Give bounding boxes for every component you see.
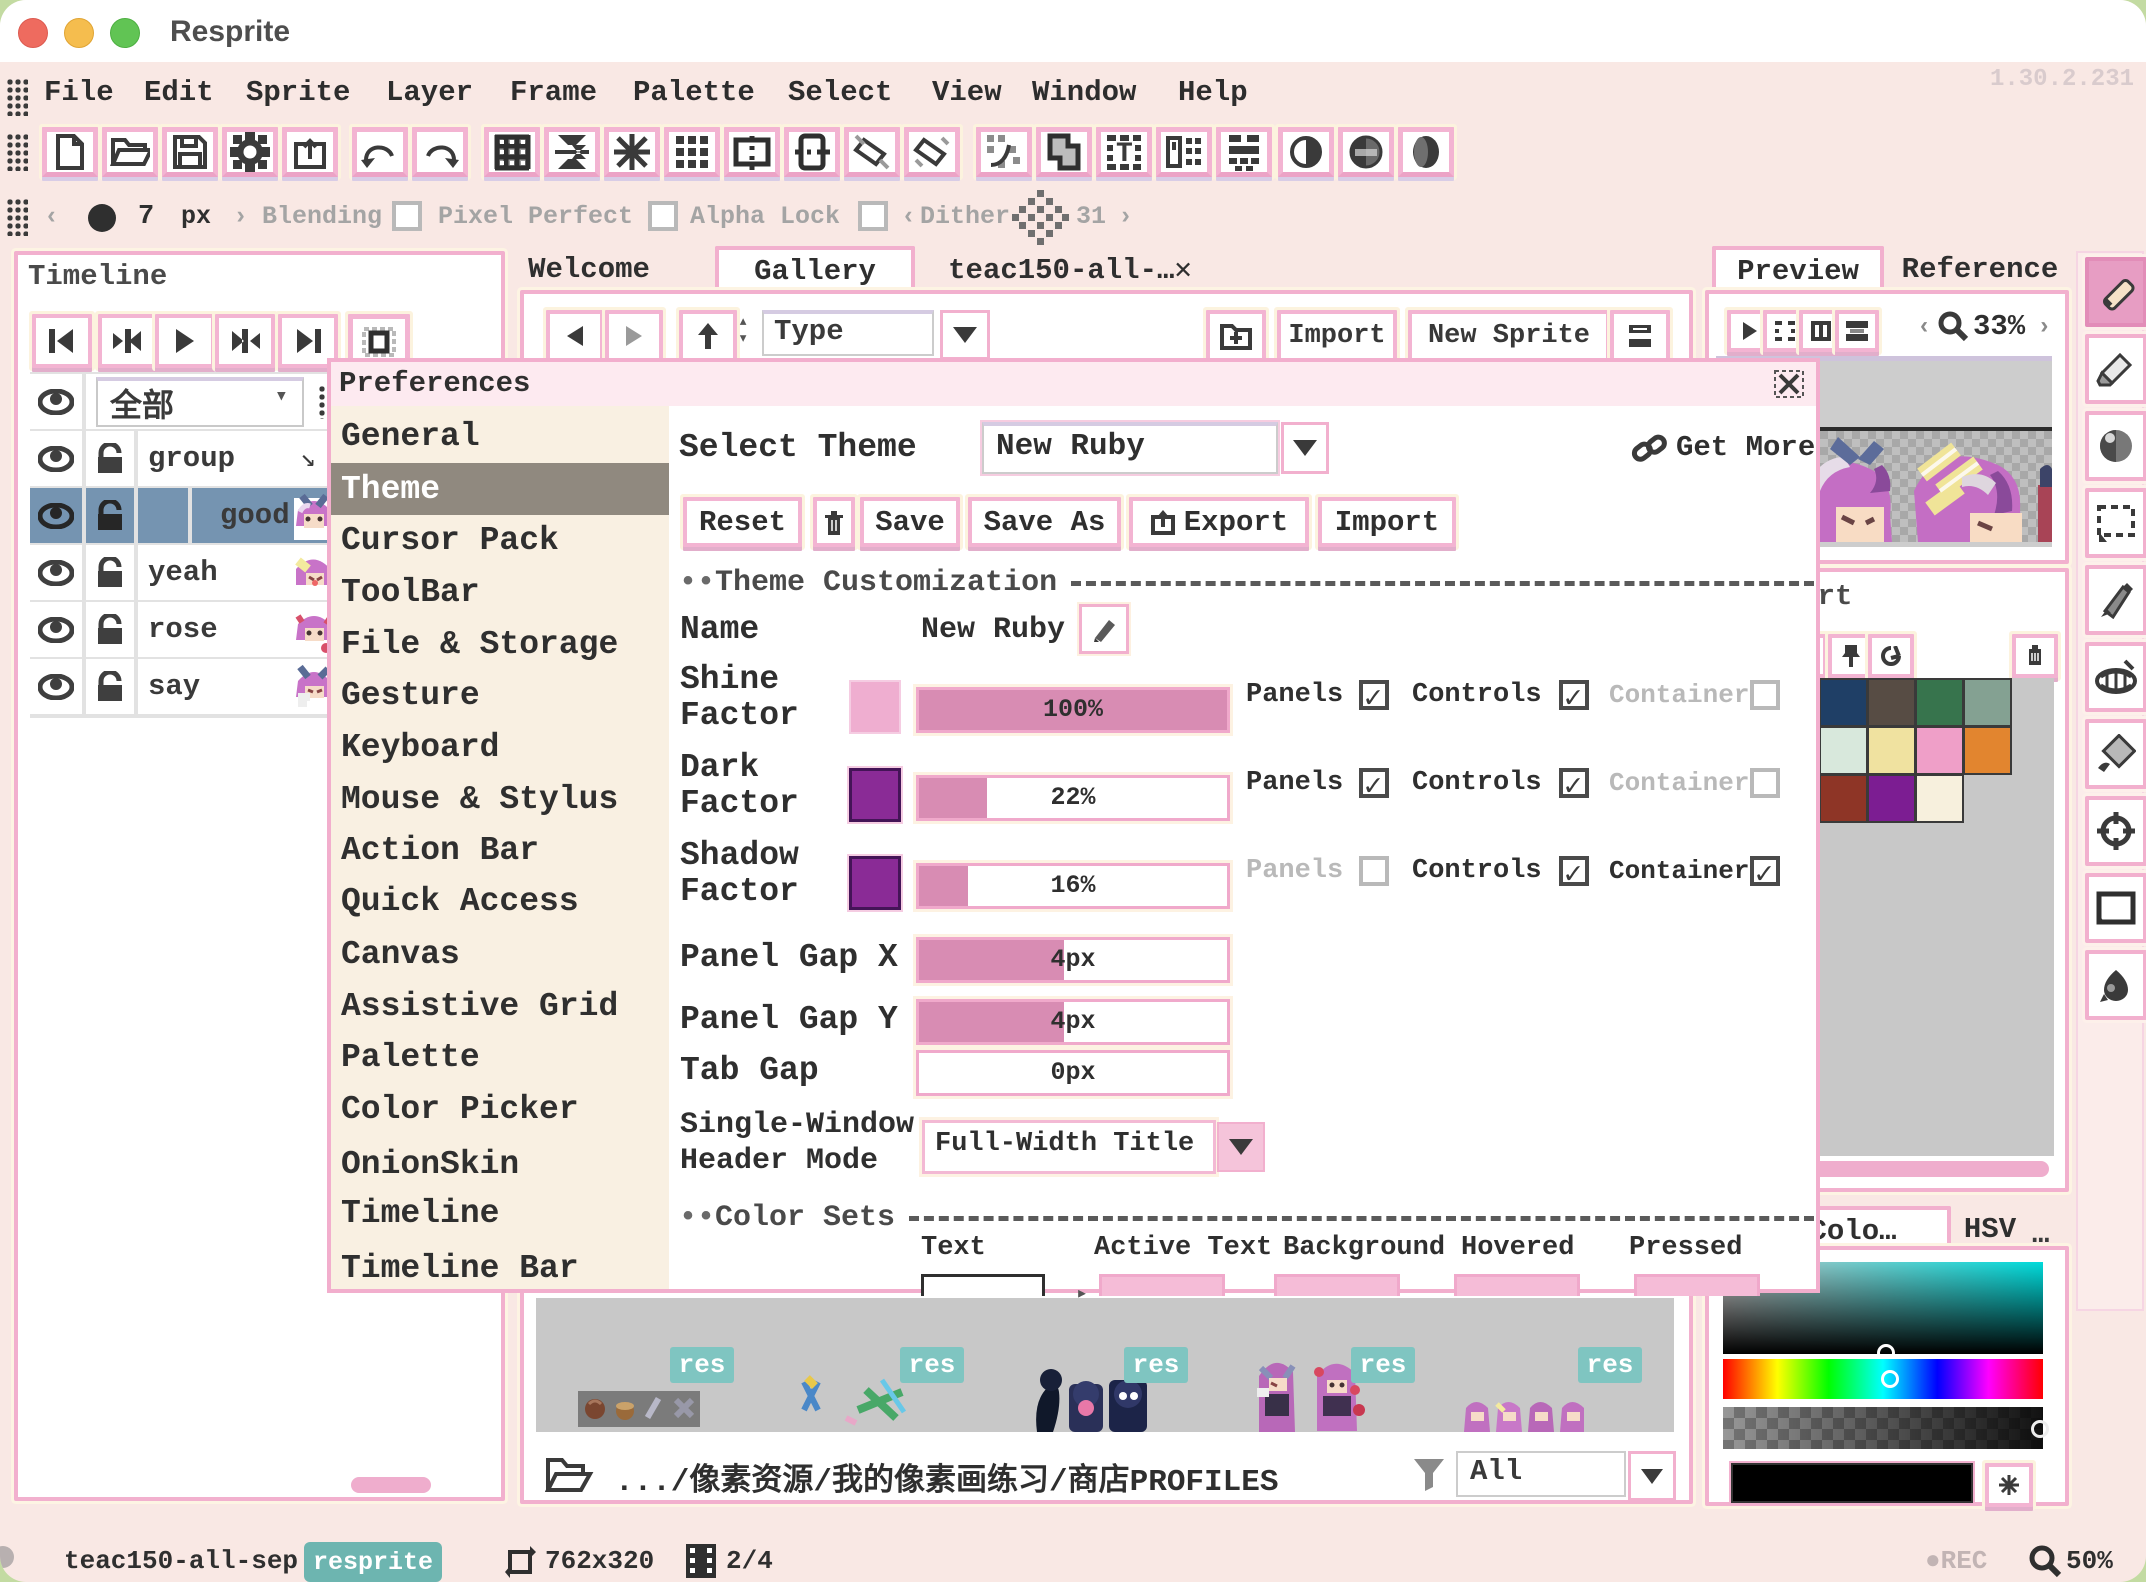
svg-text:T: T: [1116, 139, 1133, 170]
